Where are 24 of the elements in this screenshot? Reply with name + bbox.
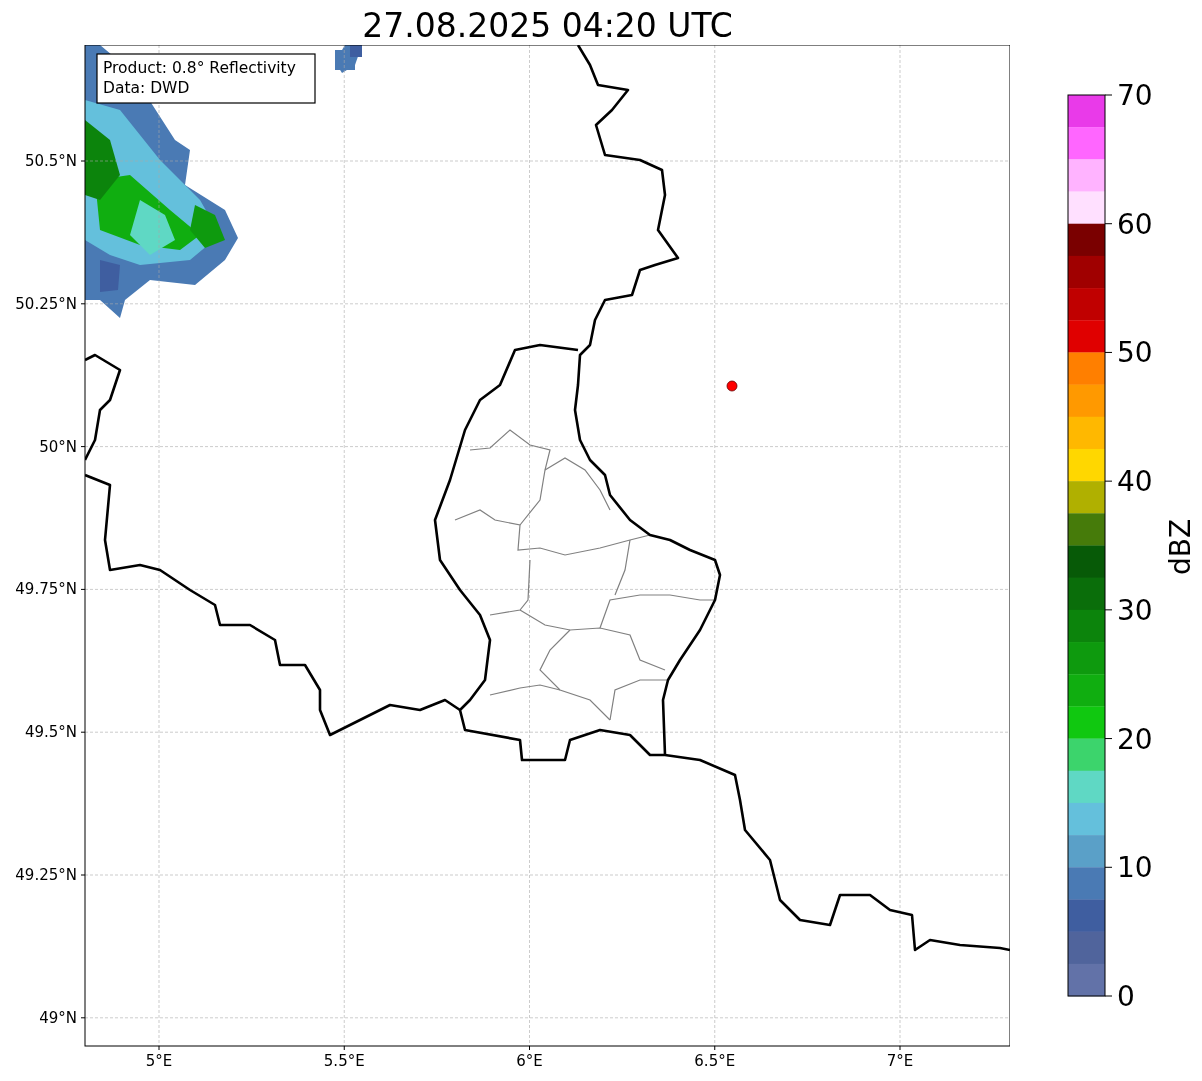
latitude-label: 49°N: [39, 1008, 77, 1027]
colorbar-label: dBZ: [1164, 518, 1197, 576]
latitude-label: 50.5°N: [24, 152, 77, 170]
colorbar-tick-label: 0: [1117, 980, 1135, 1013]
colorbar-tick-label: 60: [1117, 207, 1153, 241]
latitude-label: 49.25°N: [15, 866, 77, 884]
colorbar-tick-label: 10: [1117, 851, 1153, 885]
colorbar-tick-label: 20: [1117, 722, 1153, 756]
location-marker: [726, 380, 738, 392]
longitude-label: 6.5°E: [694, 1052, 736, 1070]
longitude-label: 5°E: [145, 1052, 173, 1070]
info-box: Product: 0.8° Reflectivity Data: DWD: [96, 53, 316, 104]
chart-title: 27.08.2025 04:20 UTC: [362, 5, 733, 47]
colorbar-tick-label: 70: [1117, 79, 1153, 112]
latitude-label: 49.75°N: [15, 580, 77, 599]
colorbar-tick-label: 30: [1117, 593, 1153, 627]
colorbar-tick-label: 50: [1117, 336, 1153, 370]
latitude-label: 49.5°N: [24, 723, 77, 742]
longitude-label: 7°E: [886, 1052, 914, 1070]
colorbar-tick-label: 40: [1117, 465, 1153, 499]
latitude-label: 50°N: [39, 437, 77, 456]
longitude-label: 5.5°E: [323, 1052, 365, 1070]
longitude-label: 6°E: [516, 1052, 543, 1070]
latitude-label: 50.25°N: [15, 294, 77, 313]
